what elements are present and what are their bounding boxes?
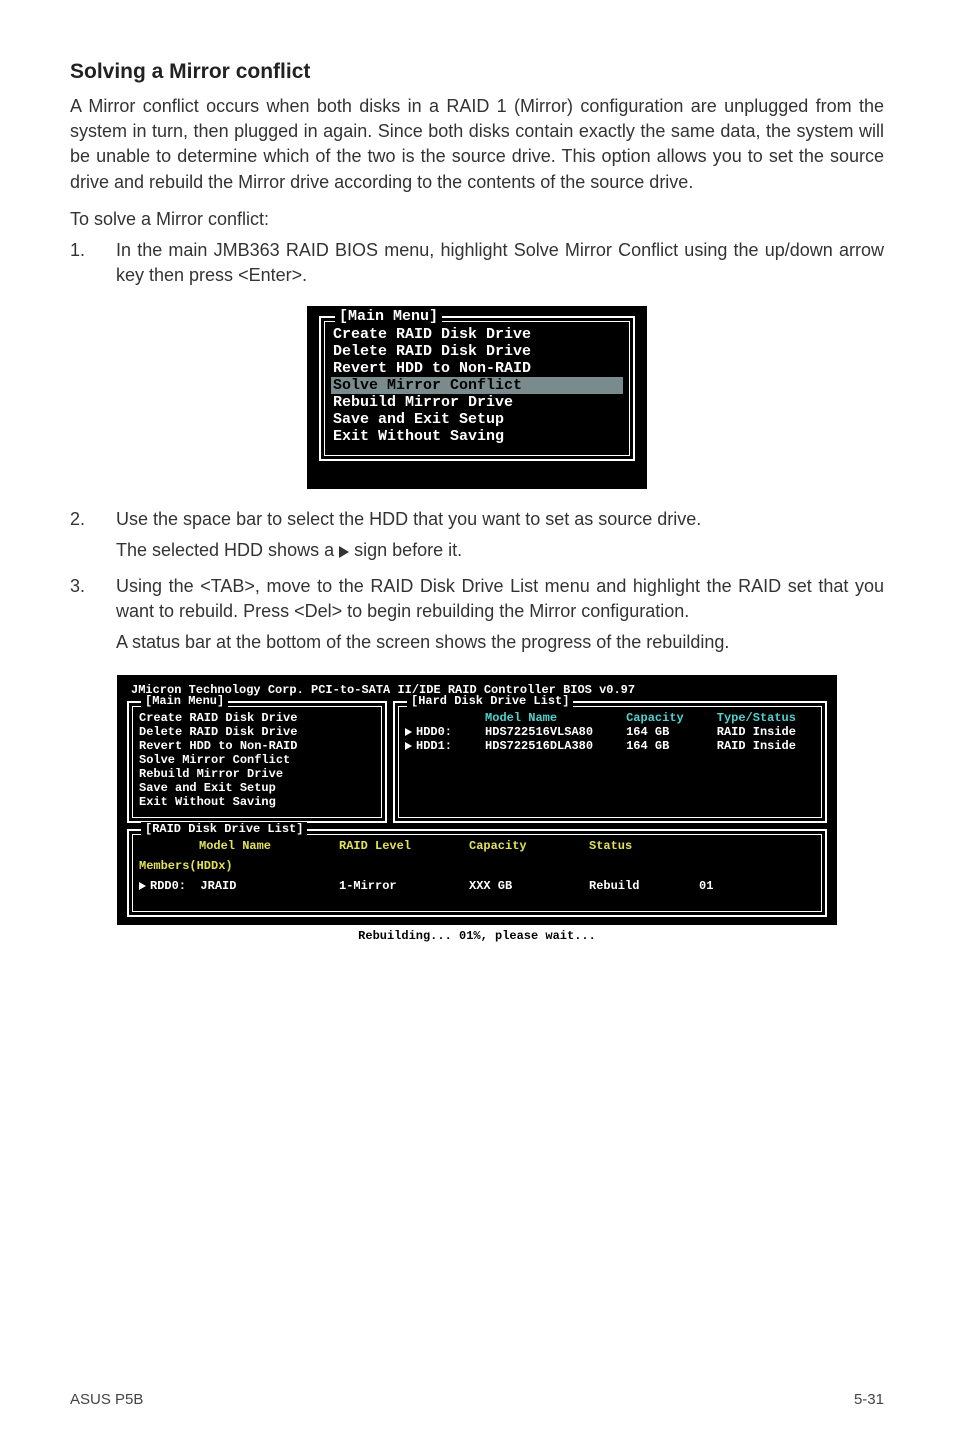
hdd-row0-status: RAID Inside xyxy=(717,725,815,739)
bios2-main-item: Save and Exit Setup xyxy=(139,781,375,795)
bios2-main-legend: [Main Menu] xyxy=(141,694,228,708)
step-1-text: In the main JMB363 RAID BIOS menu, highl… xyxy=(116,238,884,288)
hdd-row1-status: RAID Inside xyxy=(717,739,815,753)
bios2-main-panel: [Main Menu] Create RAID Disk DriveDelete… xyxy=(127,701,387,823)
raid-row-label: RDD0: xyxy=(150,879,186,893)
bios1-item: Save and Exit Setup xyxy=(331,411,623,428)
bios1-legend: [Main Menu] xyxy=(335,308,442,325)
bios2-main-item: Rebuild Mirror Drive xyxy=(139,767,375,781)
bios-screen-2: JMicron Technology Corp. PCI-to-SATA II/… xyxy=(117,675,837,925)
bios2-main-item: Create RAID Disk Drive xyxy=(139,711,375,725)
bios2-statusbar: Rebuilding... 01%, please wait... xyxy=(117,925,837,947)
step-2-sub-b: sign before it. xyxy=(349,540,462,560)
bios2-hdd-legend: [Hard Disk Drive List] xyxy=(407,694,573,708)
raid-header-level: RAID Level xyxy=(339,839,469,853)
bios2-raid-legend: [RAID Disk Drive List] xyxy=(141,822,307,836)
hdd-header-model: Model Name xyxy=(485,711,612,725)
step-1: 1. In the main JMB363 RAID BIOS menu, hi… xyxy=(70,238,884,288)
bios1-item: Create RAID Disk Drive xyxy=(331,326,623,343)
step-3-sub: A status bar at the bottom of the screen… xyxy=(116,630,884,655)
lead-line: To solve a Mirror conflict: xyxy=(70,209,884,230)
footer-right: 5-31 xyxy=(854,1391,884,1408)
raid-row-status: Rebuild xyxy=(589,879,699,893)
bios2-raid-panel: [RAID Disk Drive List] Model Name RAID L… xyxy=(127,829,827,917)
hdd-row0-label: HDD0: xyxy=(416,725,452,739)
hdd-row1-cap: 164 GB xyxy=(626,739,703,753)
bios2-main-item: Solve Mirror Conflict xyxy=(139,753,375,767)
bios1-item: Exit Without Saving xyxy=(331,428,623,445)
hdd-row1-label: HDD1: xyxy=(416,739,452,753)
step-2-text: Use the space bar to select the HDD that… xyxy=(116,509,701,529)
bios2-main-item: Exit Without Saving xyxy=(139,795,375,809)
step-3: 3. Using the <TAB>, move to the RAID Dis… xyxy=(70,574,884,656)
raid-row-cap: XXX GB xyxy=(469,879,589,893)
step-2: 2. Use the space bar to select the HDD t… xyxy=(70,507,884,563)
hdd-row1-marker-icon xyxy=(405,742,412,750)
section-heading: Solving a Mirror conflict xyxy=(70,60,884,84)
hdd-row1-model: HDS722516DLA380 xyxy=(485,739,612,753)
step-3-number: 3. xyxy=(70,574,116,656)
bios1-item-highlighted: Solve Mirror Conflict xyxy=(331,377,623,394)
footer-left: ASUS P5B xyxy=(70,1391,143,1408)
hdd-header-capacity: Capacity xyxy=(626,711,703,725)
hdd-row0-marker-icon xyxy=(405,728,412,736)
right-triangle-icon xyxy=(339,546,349,558)
step-3-text: Using the <TAB>, move to the RAID Disk D… xyxy=(116,576,884,621)
intro-paragraph: A Mirror conflict occurs when both disks… xyxy=(70,94,884,195)
bios2-main-item: Delete RAID Disk Drive xyxy=(139,725,375,739)
step-2-number: 2. xyxy=(70,507,116,563)
step-1-number: 1. xyxy=(70,238,116,288)
raid-header-model: Model Name xyxy=(139,839,339,853)
bios-menu-1: [Main Menu] Create RAID Disk DriveDelete… xyxy=(307,306,647,489)
bios2-main-item: Revert HDD to Non-RAID xyxy=(139,739,375,753)
bios1-item: Delete RAID Disk Drive xyxy=(331,343,623,360)
bios1-item: Rebuild Mirror Drive xyxy=(331,394,623,411)
raid-row-marker-icon xyxy=(139,882,146,890)
raid-row-level: 1-Mirror xyxy=(339,879,469,893)
bios2-hdd-panel: [Hard Disk Drive List] Model Name Capaci… xyxy=(393,701,827,823)
hdd-row0-model: HDS722516VLSA80 xyxy=(485,725,612,739)
raid-row-name: JRAID xyxy=(200,879,236,893)
raid-header-capacity: Capacity xyxy=(469,839,589,853)
step-2-sub-a: The selected HDD shows a xyxy=(116,540,339,560)
bios1-item: Revert HDD to Non-RAID xyxy=(331,360,623,377)
hdd-header-status: Type/Status xyxy=(717,711,815,725)
raid-members-label: Members(HDDx) xyxy=(139,859,759,873)
raid-header-status: Status xyxy=(589,839,699,853)
hdd-row0-cap: 164 GB xyxy=(626,725,703,739)
raid-row-members: 01 xyxy=(699,879,759,893)
